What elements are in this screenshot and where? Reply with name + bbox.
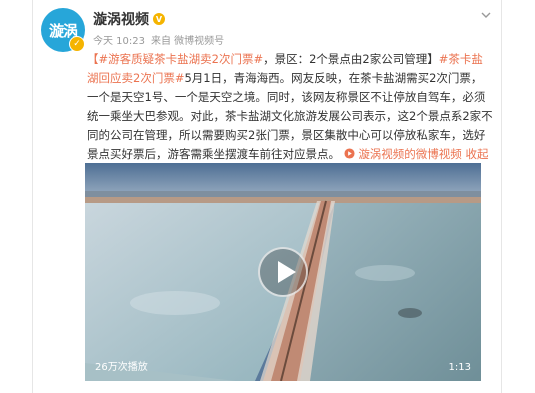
- weibo-post-card: 漩涡 ✓ 漩涡视频 V 今天 10:23 来自 微博视频号 【#游客质疑茶卡盐湖…: [32, 0, 502, 393]
- video-duration: 1:13: [448, 362, 471, 373]
- video-link[interactable]: 漩涡视频的微博视频: [344, 147, 466, 161]
- post-text-part: ，景区：2个景点由2家公司管理】: [263, 52, 439, 66]
- chevron-down-icon[interactable]: [479, 8, 493, 22]
- post-meta: 今天 10:23 来自 微博视频号: [93, 32, 224, 47]
- video-link-text: 漩涡视频的微博视频: [358, 147, 462, 161]
- author-row: 漩涡视频 V: [93, 9, 165, 29]
- vip-icon: V: [153, 13, 165, 25]
- play-button[interactable]: [258, 247, 308, 297]
- post-time[interactable]: 今天 10:23: [93, 32, 145, 47]
- play-link-icon: [344, 148, 355, 159]
- view-count: 26万次播放: [95, 362, 148, 373]
- verified-badge-icon: ✓: [69, 36, 85, 52]
- author-name[interactable]: 漩涡视频: [93, 9, 149, 29]
- video-player[interactable]: 26万次播放 1:13: [85, 163, 481, 381]
- post-source[interactable]: 来自 微博视频号: [151, 32, 224, 47]
- topic-link[interactable]: 【#游客质疑茶卡盐湖卖2次门票#: [87, 52, 263, 66]
